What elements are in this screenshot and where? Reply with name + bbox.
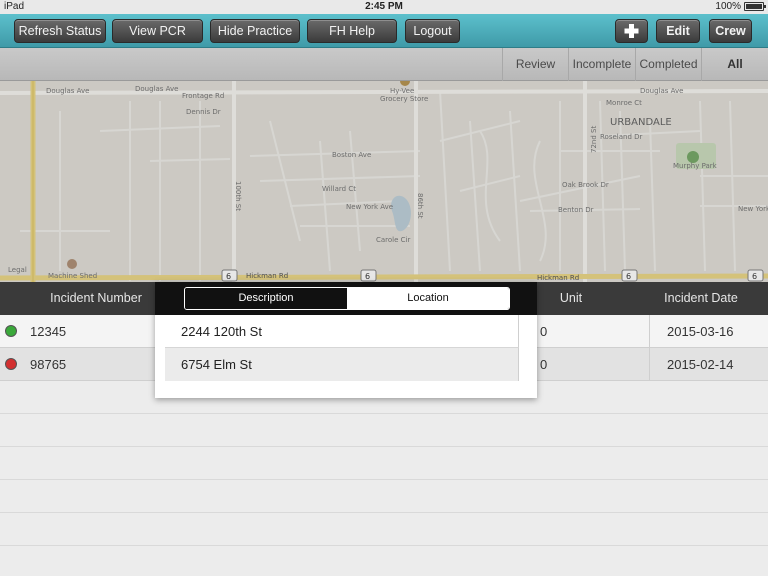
incident-date: 2015-02-14	[667, 357, 734, 372]
incident-number: 12345	[30, 324, 67, 339]
popover-list-item[interactable]: 2244 120th St	[165, 315, 519, 348]
unit: 0	[540, 357, 548, 372]
logout-button[interactable]: Logout	[405, 19, 460, 43]
header-unit[interactable]: Unit	[537, 282, 605, 315]
incident-number: 98765	[30, 357, 67, 372]
unit: 0	[540, 324, 548, 339]
add-button[interactable]	[615, 19, 648, 43]
map-dim-overlay	[0, 81, 768, 282]
header-incident-number[interactable]: Incident Number	[20, 282, 172, 315]
segmented-control: Description Location	[184, 287, 510, 310]
filter-bar: Review Incomplete Completed All	[0, 48, 768, 81]
toolbar: Refresh Status View PCR Hide Practice FH…	[0, 14, 768, 48]
segment-description[interactable]: Description	[185, 288, 347, 309]
fh-help-button[interactable]: FH Help	[307, 19, 397, 43]
status-indicator-icon	[5, 358, 17, 370]
view-pcr-button[interactable]: View PCR	[112, 19, 203, 43]
battery-icon	[744, 2, 766, 11]
search-popover: Description Location 2244 120th St 6754 …	[155, 282, 537, 398]
incident-map[interactable]: Douglas Ave Douglas Ave Douglas Ave Fron…	[0, 81, 768, 282]
battery-status: 100%	[715, 1, 766, 12]
battery-percent: 100%	[715, 1, 741, 12]
segment-location[interactable]: Location	[347, 288, 509, 309]
plus-icon	[624, 24, 639, 38]
clock: 2:45 PM	[365, 1, 403, 12]
refresh-status-button[interactable]: Refresh Status	[14, 19, 106, 43]
filter-tab-all[interactable]: All	[701, 48, 768, 81]
popover-list-item[interactable]: 6754 Elm St	[165, 348, 519, 381]
incident-date: 2015-03-16	[667, 324, 734, 339]
status-bar: iPad 2:45 PM 100%	[0, 0, 768, 14]
popover-header: Description Location	[155, 282, 537, 315]
edit-button[interactable]: Edit	[656, 19, 700, 43]
hide-practice-button[interactable]: Hide Practice	[210, 19, 300, 43]
empty-list-area	[0, 381, 768, 576]
header-incident-date[interactable]: Incident Date	[650, 282, 752, 315]
filter-tab-review[interactable]: Review	[502, 48, 568, 81]
filter-tab-incomplete[interactable]: Incomplete	[568, 48, 635, 81]
status-indicator-icon	[5, 325, 17, 337]
filter-tab-completed[interactable]: Completed	[635, 48, 701, 81]
crew-button[interactable]: Crew	[709, 19, 752, 43]
